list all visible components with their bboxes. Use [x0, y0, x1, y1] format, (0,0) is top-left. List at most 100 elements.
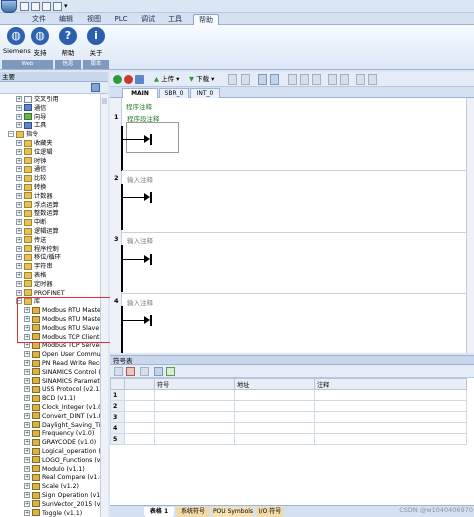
- expand-icon[interactable]: +: [16, 122, 22, 129]
- monitor-icon[interactable]: [258, 74, 267, 85]
- editor-scrollbar[interactable]: [466, 98, 474, 353]
- compile-button[interactable]: [135, 74, 144, 85]
- col-comment[interactable]: 注释: [314, 378, 467, 390]
- expand-icon[interactable]: +: [16, 289, 22, 296]
- address-cell[interactable]: [234, 411, 315, 423]
- help-button[interactable]: ? 帮助: [58, 27, 78, 59]
- tree-item[interactable]: + Toggle (v1.1): [24, 509, 82, 517]
- address-cell[interactable]: [234, 433, 315, 445]
- pause-icon[interactable]: [270, 74, 279, 85]
- menu-help[interactable]: 帮助: [193, 14, 219, 25]
- tab-pou-symbols[interactable]: POU Symbols: [212, 507, 254, 517]
- open-file-icon[interactable]: [31, 2, 40, 11]
- siemens-button[interactable]: ◍ Siemens: [3, 27, 31, 59]
- expand-icon[interactable]: +: [16, 228, 22, 234]
- expand-icon[interactable]: +: [24, 386, 30, 393]
- menu-view[interactable]: 视图: [83, 14, 105, 25]
- expand-icon[interactable]: +: [16, 280, 22, 287]
- expand-icon[interactable]: +: [24, 500, 30, 507]
- insert-icon[interactable]: [228, 74, 237, 85]
- comment-cell[interactable]: [314, 411, 467, 423]
- expand-icon[interactable]: +: [16, 272, 22, 278]
- expand-icon[interactable]: +: [24, 342, 30, 349]
- symbol-cell[interactable]: [154, 422, 235, 434]
- scroll-up-icon[interactable]: [102, 98, 107, 104]
- expand-icon[interactable]: +: [16, 148, 22, 155]
- network-comment-box[interactable]: [126, 122, 179, 153]
- network-comment[interactable]: 输入注释: [127, 235, 153, 245]
- comment-cell[interactable]: [314, 433, 467, 445]
- expand-icon[interactable]: +: [24, 368, 30, 375]
- symbol-cell[interactable]: [154, 389, 235, 401]
- expand-icon[interactable]: +: [24, 404, 30, 410]
- status-cell[interactable]: [124, 389, 155, 401]
- table-row[interactable]: 1: [110, 389, 467, 401]
- box-icon[interactable]: [312, 74, 321, 85]
- expand-icon[interactable]: +: [16, 219, 22, 226]
- expand-icon[interactable]: +: [24, 474, 30, 481]
- run-button[interactable]: [113, 74, 122, 85]
- expand-icon[interactable]: +: [24, 430, 30, 437]
- expand-icon[interactable]: +: [24, 492, 30, 498]
- expand-icon[interactable]: +: [24, 395, 30, 402]
- expand-icon[interactable]: +: [16, 175, 22, 182]
- expand-icon[interactable]: +: [24, 448, 30, 454]
- table-row[interactable]: 4: [110, 422, 467, 434]
- menu-tools[interactable]: 工具: [164, 14, 186, 25]
- menu-edit[interactable]: 编辑: [55, 14, 77, 25]
- menu-plc[interactable]: PLC: [110, 14, 132, 25]
- status-cell[interactable]: [124, 433, 155, 445]
- refresh-icon[interactable]: [166, 367, 175, 376]
- comment-icon[interactable]: [368, 74, 377, 85]
- network-comment[interactable]: 输入注释: [127, 174, 153, 184]
- status-cell[interactable]: [124, 400, 155, 412]
- status-cell[interactable]: [124, 411, 155, 423]
- address-cell[interactable]: [234, 422, 315, 434]
- tab-int-0[interactable]: INT_0: [190, 88, 220, 98]
- network-comment[interactable]: 输入注释: [127, 297, 153, 307]
- menu-file[interactable]: 文件: [28, 14, 50, 25]
- expand-icon[interactable]: +: [16, 96, 22, 102]
- tab-system-symbols[interactable]: 系统符号: [176, 507, 210, 517]
- stop-button[interactable]: [124, 74, 133, 85]
- table-row[interactable]: 3: [110, 411, 467, 423]
- tab-main[interactable]: MAIN: [122, 88, 158, 98]
- tab-table-1[interactable]: 表格 1: [144, 507, 174, 517]
- download-button[interactable]: ▼ 下载 ▾: [189, 74, 214, 85]
- new-file-icon[interactable]: [20, 2, 29, 11]
- table-options-icon[interactable]: [140, 367, 149, 376]
- expand-icon[interactable]: +: [16, 254, 22, 261]
- symbol-cell[interactable]: [154, 400, 235, 412]
- support-button[interactable]: ◍ 支持: [30, 27, 50, 59]
- add-row-icon[interactable]: [114, 367, 123, 376]
- col-address[interactable]: 地址: [234, 378, 315, 390]
- expand-icon[interactable]: +: [24, 412, 30, 419]
- about-button[interactable]: i 关于: [86, 27, 106, 59]
- tab-sbr-0[interactable]: SBR_0: [159, 88, 189, 98]
- comment-cell[interactable]: [314, 400, 467, 412]
- contact-icon[interactable]: [288, 74, 297, 85]
- expand-icon[interactable]: +: [16, 140, 22, 146]
- line-icon[interactable]: [328, 74, 337, 85]
- expand-icon[interactable]: +: [16, 166, 22, 173]
- pin-icon[interactable]: [91, 83, 100, 92]
- expand-icon[interactable]: +: [16, 104, 22, 111]
- expand-icon[interactable]: +: [16, 201, 22, 208]
- expand-icon[interactable]: +: [24, 509, 30, 516]
- expand-icon[interactable]: +: [16, 113, 22, 120]
- status-cell[interactable]: [124, 422, 155, 434]
- expand-icon[interactable]: +: [16, 157, 22, 164]
- expand-icon[interactable]: +: [16, 263, 22, 270]
- delete-row-icon[interactable]: [126, 367, 135, 376]
- app-menu-button[interactable]: [1, 0, 17, 13]
- dropdown-arrow-icon[interactable]: ▾: [64, 2, 73, 11]
- expand-icon[interactable]: +: [24, 456, 30, 463]
- expand-icon[interactable]: +: [16, 236, 22, 243]
- program-comment[interactable]: 程序注释: [126, 101, 152, 111]
- delete-icon[interactable]: [241, 74, 250, 85]
- branch-icon[interactable]: [340, 74, 349, 85]
- address-cell[interactable]: [234, 400, 315, 412]
- comment-cell[interactable]: [314, 422, 467, 434]
- menu-debug[interactable]: 调试: [137, 14, 159, 25]
- expand-icon[interactable]: +: [24, 465, 30, 472]
